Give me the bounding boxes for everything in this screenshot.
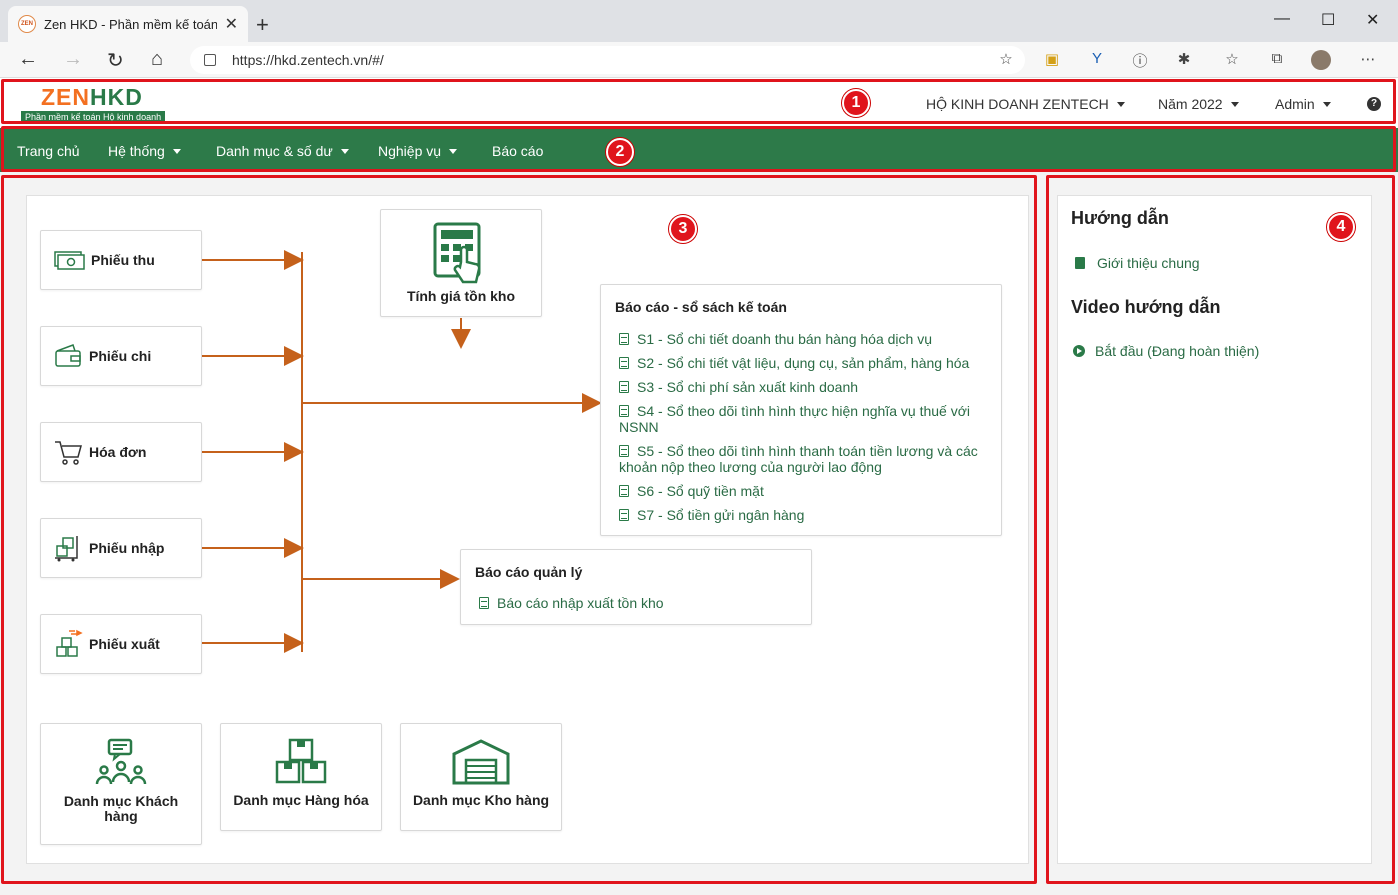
guide-title: Hướng dẫn: [1071, 208, 1169, 228]
boxes-out-icon: [56, 629, 83, 657]
warehouse-catalog-label: Danh mục Kho hàng: [412, 792, 550, 808]
report-link-s5-label: S5 - Sổ theo dõi tình hình thanh toán ti…: [619, 443, 978, 475]
report-link-s1-label: S1 - Sổ chi tiết doanh thu bán hàng hóa …: [637, 331, 932, 347]
accounting-reports-title: Báo cáo - sổ sách kế toán: [615, 299, 787, 315]
report-link-s1[interactable]: S1 - Sổ chi tiết doanh thu bán hàng hóa …: [619, 331, 989, 347]
goods-catalog-label: Danh mục Hàng hóa: [233, 792, 369, 808]
customers-icon: [95, 738, 147, 785]
document-icon: [619, 405, 629, 417]
file-icon: [1075, 257, 1085, 269]
management-reports-title: Báo cáo quản lý: [475, 564, 583, 580]
management-reports-card: Báo cáo quản lý Báo cáo nhập xuất tồn kh…: [460, 549, 812, 625]
report-link-s6-label: S6 - Sổ quỹ tiền mặt: [637, 483, 764, 499]
document-icon: [619, 485, 629, 497]
annotation-badge-2: 2: [606, 138, 634, 166]
video-guide-title: Video hướng dẫn: [1071, 297, 1221, 317]
receipt-label: Phiếu thu: [91, 252, 155, 268]
warehouse-icon: [452, 739, 510, 785]
guide-intro-link[interactable]: Giới thiệu chung: [1075, 255, 1200, 271]
goods-issue-label: Phiếu xuất: [89, 636, 160, 652]
video-start-label: Bắt đầu (Đang hoàn thiện): [1095, 343, 1260, 359]
document-icon: [619, 381, 629, 393]
goods-catalog-card[interactable]: Danh mục Hàng hóa: [220, 723, 382, 831]
customer-catalog-card[interactable]: Danh mục Khách hàng: [40, 723, 202, 845]
report-link-s4-label: S4 - Sổ theo dõi tình hình thực hiện ngh…: [619, 403, 970, 435]
wallet-icon: [55, 344, 81, 367]
document-icon: [619, 333, 629, 345]
invoice-label: Hóa đơn: [89, 444, 147, 460]
annotation-badge-3: 3: [669, 215, 697, 243]
report-link-s7[interactable]: S7 - Sổ tiền gửi ngân hàng: [619, 507, 989, 523]
report-link-s6[interactable]: S6 - Sổ quỹ tiền mặt: [619, 483, 989, 499]
cash-icon: [54, 251, 85, 270]
inventory-valuation-label: Tính giá tồn kho: [406, 288, 516, 304]
cart-icon: [55, 441, 82, 465]
report-link-inventory-label: Báo cáo nhập xuất tồn kho: [497, 595, 664, 611]
document-icon: [619, 509, 629, 521]
accounting-reports-card: Báo cáo - sổ sách kế toán S1 - Sổ chi ti…: [600, 284, 1002, 536]
play-icon: [1073, 345, 1085, 357]
inventory-valuation-card[interactable]: Tính giá tồn kho: [380, 209, 542, 317]
report-link-s2-label: S2 - Sổ chi tiết vật liệu, dụng cụ, sản …: [637, 355, 970, 371]
report-link-s7-label: S7 - Sổ tiền gửi ngân hàng: [637, 507, 805, 523]
goods-receipt-label: Phiếu nhập: [89, 540, 165, 556]
report-link-s3[interactable]: S3 - Sổ chi phí sản xuất kinh doanh: [619, 379, 989, 395]
boxes-icon: [275, 738, 327, 784]
receipt-card[interactable]: Phiếu thu: [40, 230, 202, 290]
customer-catalog-label: Danh mục Khách hàng: [63, 793, 179, 824]
goods-issue-card[interactable]: Phiếu xuất: [40, 614, 202, 674]
hand-truck-icon: [55, 536, 78, 562]
guide-intro-label: Giới thiệu chung: [1097, 255, 1200, 271]
payment-label: Phiếu chi: [89, 348, 152, 364]
video-start-link[interactable]: Bắt đầu (Đang hoàn thiện): [1073, 343, 1259, 359]
annotation-badge-4: 4: [1327, 213, 1355, 241]
report-link-s3-label: S3 - Sổ chi phí sản xuất kinh doanh: [637, 379, 859, 395]
invoice-card[interactable]: Hóa đơn: [40, 422, 202, 482]
document-icon: [619, 445, 629, 457]
calculator-icon: [433, 222, 481, 284]
annotation-badge-1: 1: [842, 89, 870, 117]
report-link-s5[interactable]: S5 - Sổ theo dõi tình hình thanh toán ti…: [619, 443, 989, 475]
report-link-s4[interactable]: S4 - Sổ theo dõi tình hình thực hiện ngh…: [619, 403, 989, 435]
report-link-inventory[interactable]: Báo cáo nhập xuất tồn kho: [479, 595, 664, 611]
document-icon: [619, 357, 629, 369]
document-icon: [479, 597, 489, 609]
payment-card[interactable]: Phiếu chi: [40, 326, 202, 386]
goods-receipt-card[interactable]: Phiếu nhập: [40, 518, 202, 578]
report-link-s2[interactable]: S2 - Sổ chi tiết vật liệu, dụng cụ, sản …: [619, 355, 989, 371]
warehouse-catalog-card[interactable]: Danh mục Kho hàng: [400, 723, 562, 831]
